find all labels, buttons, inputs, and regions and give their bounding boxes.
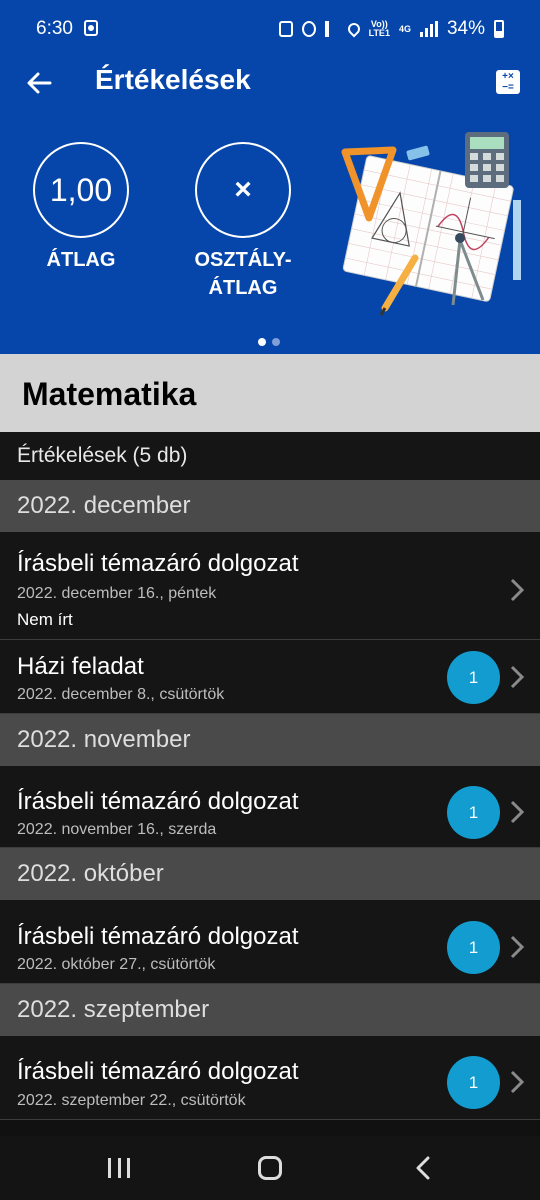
alarm-battery-icon	[278, 21, 293, 37]
page-title: Értékelések	[95, 64, 251, 95]
carousel-dots[interactable]	[258, 338, 280, 346]
class-average-label-line2: ÁTLAG	[208, 277, 278, 299]
nav-recent-icon[interactable]	[108, 1158, 130, 1178]
grade-date: 2022. december 16., péntek	[17, 585, 217, 602]
grade-title: Írásbeli témazáró dolgozat	[17, 1058, 299, 1085]
grade-title: Írásbeli témazáró dolgozat	[17, 788, 299, 815]
month-header-september: 2022. szeptember	[0, 984, 540, 1036]
math-notebook-illustration	[341, 132, 521, 316]
notification-icon	[84, 20, 98, 36]
back-arrow-icon[interactable]	[24, 68, 54, 98]
subject-title: Matematika	[22, 376, 197, 412]
status-icons: Vo)) LTE1 4G 34%	[278, 18, 504, 40]
month-label: 2022. október	[17, 860, 164, 887]
grade-badge: 1	[447, 786, 500, 839]
battery-percent: 34%	[446, 18, 485, 39]
chevron-right-icon	[510, 800, 525, 824]
average-label: ÁTLAG	[46, 249, 116, 271]
evaluation-count-label: Értékelések (5 db)	[17, 444, 188, 467]
mute-icon	[324, 21, 339, 37]
grade-row[interactable]: Írásbeli témazáró dolgozat 2022. szeptem…	[0, 1036, 540, 1120]
alarm-clock-icon	[301, 21, 316, 37]
calc-icon-bottom: −=	[502, 82, 514, 93]
class-average-circle: ×	[195, 142, 291, 238]
calc-icon-top: +×	[502, 71, 514, 82]
grade-title: Írásbeli témazáró dolgozat	[17, 550, 299, 577]
volte-indicator: Vo)) LTE1	[369, 20, 390, 38]
chevron-right-icon	[510, 935, 525, 959]
evaluation-count: Értékelések (5 db)	[0, 432, 540, 480]
nav-home-icon[interactable]	[258, 1156, 282, 1180]
grade-date: 2022. december 8., csütörtök	[17, 686, 225, 703]
app-header: Értékelések +× −= 1,00 ÁTLAG × OSZTÁLY- …	[0, 58, 540, 354]
carousel-dot-2[interactable]	[272, 338, 280, 346]
month-label: 2022. szeptember	[17, 996, 210, 1023]
status-bar: 6:30 Vo)) LTE1 4G 34%	[0, 0, 540, 58]
class-average-value: ×	[234, 173, 252, 206]
system-nav-bar	[0, 1136, 540, 1200]
grade-row[interactable]: Írásbeli témazáró dolgozat 2022. október…	[0, 900, 540, 984]
subject-header: Matematika	[0, 354, 540, 432]
battery-icon	[494, 20, 504, 38]
chevron-right-icon	[510, 1070, 525, 1094]
status-time: 6:30	[36, 18, 73, 39]
signal-icon	[419, 21, 438, 37]
grade-row[interactable]: Írásbeli témazáró dolgozat 2022. novembe…	[0, 766, 540, 848]
month-header-october: 2022. október	[0, 848, 540, 900]
grade-date: 2022. október 27., csütörtök	[17, 956, 216, 973]
grade-badge: 1	[447, 921, 500, 974]
grade-row[interactable]: Írásbeli témazáró dolgozat 2022. decembe…	[0, 532, 540, 640]
month-header-december: 2022. december	[0, 480, 540, 532]
carousel-dot-1[interactable]	[258, 338, 266, 346]
network-type: 4G	[398, 23, 411, 34]
grade-date: 2022. szeptember 22., csütörtök	[17, 1092, 246, 1109]
average-value: 1,00	[49, 171, 113, 208]
chevron-right-icon	[510, 665, 525, 689]
grade-note: Nem írt	[17, 610, 73, 629]
class-average-label-line1: OSZTÁLY-	[194, 249, 292, 271]
location-icon	[345, 20, 363, 38]
chevron-right-icon	[510, 578, 525, 602]
class-average-label: OSZTÁLY- ÁTLAG	[175, 246, 311, 302]
month-label: 2022. november	[17, 726, 191, 753]
grade-row[interactable]: Házi feladat 2022. december 8., csütörtö…	[0, 640, 540, 714]
month-header-november: 2022. november	[0, 714, 540, 766]
calculator-icon[interactable]: +× −=	[496, 70, 520, 94]
nav-back-icon[interactable]	[412, 1156, 436, 1180]
grade-title: Írásbeli témazáró dolgozat	[17, 923, 299, 950]
grade-badge: 1	[447, 651, 500, 704]
month-label: 2022. december	[17, 492, 191, 519]
grade-date: 2022. november 16., szerda	[17, 821, 217, 838]
grade-title: Házi feladat	[17, 653, 144, 680]
average-circle: 1,00	[33, 142, 129, 238]
grade-badge: 1	[447, 1056, 500, 1109]
volte-bottom: LTE1	[368, 28, 390, 38]
